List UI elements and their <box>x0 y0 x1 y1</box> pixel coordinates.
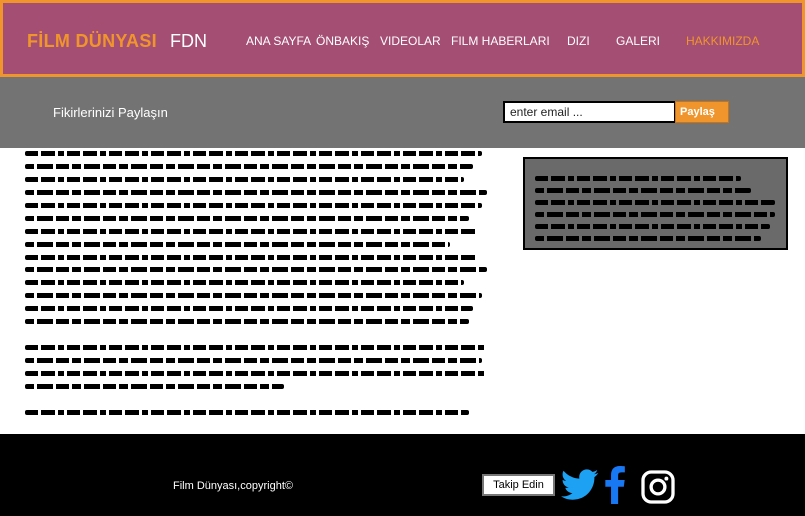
nav-galeri[interactable]: GALERI <box>616 34 660 48</box>
share-label: Fikirlerinizi Paylaşın <box>53 105 168 120</box>
nav-videolar[interactable]: VIDEOLAR <box>380 34 441 48</box>
nav-film-haberlari[interactable]: FILM HABERLARI <box>451 34 550 48</box>
email-input[interactable] <box>503 101 676 123</box>
nav-hakkimizda[interactable]: HAKKIMIZDA <box>686 34 759 48</box>
copyright-text: Film Dünyası,copyright© <box>173 480 293 492</box>
brand-logo-text[interactable]: FİLM DÜNYASI <box>27 31 157 52</box>
share-bar: Fikirlerinizi Paylaşın Paylaş <box>0 77 805 148</box>
twitter-icon[interactable] <box>561 468 599 502</box>
brand-short[interactable]: FDN <box>170 31 207 52</box>
site-footer: Film Dünyası,copyright© Takip Edin <box>0 434 805 516</box>
facebook-icon[interactable] <box>604 466 626 504</box>
content-paragraph-2 <box>25 267 487 332</box>
nav-onbakis[interactable]: ÖNBAKIŞ <box>316 34 369 48</box>
sidebar-box <box>523 157 788 250</box>
content-paragraph-3 <box>25 345 487 397</box>
follow-button[interactable]: Takip Edin <box>482 474 555 496</box>
share-button[interactable]: Paylaş <box>675 101 729 123</box>
content-paragraph-1 <box>25 151 487 268</box>
site-header: FİLM DÜNYASI FDN ANA SAYFA ÖNBAKIŞ VIDEO… <box>0 0 805 77</box>
instagram-icon[interactable] <box>640 469 676 505</box>
sidebar-text <box>535 176 775 248</box>
content-paragraph-4 <box>25 410 487 423</box>
nav-ana-sayfa[interactable]: ANA SAYFA <box>246 34 311 48</box>
nav-dizi[interactable]: DIZI <box>567 34 590 48</box>
